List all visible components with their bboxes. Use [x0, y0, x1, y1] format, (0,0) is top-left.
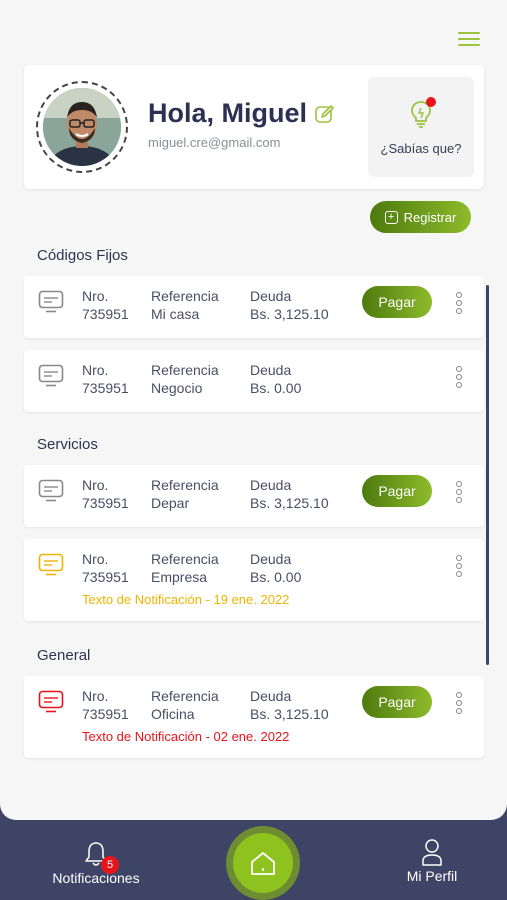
nro-label: Nro. [82, 688, 109, 704]
user-icon [390, 838, 474, 868]
nro-value: 735951 [82, 495, 129, 511]
monitor-icon [38, 290, 64, 319]
nav-profile[interactable]: Mi Perfil [390, 838, 474, 884]
avatar-ring [36, 81, 128, 173]
pay-button[interactable]: Pagar [362, 286, 432, 318]
edit-icon[interactable] [314, 103, 336, 125]
monitor-icon [38, 364, 64, 393]
register-label: Registrar [403, 209, 457, 225]
reference-label: Referencia [151, 288, 219, 304]
notification-text: Texto de Notificación - 02 ene. 2022 [82, 729, 290, 744]
more-options-icon[interactable] [454, 481, 464, 507]
nav-profile-label: Mi Perfil [406, 868, 458, 884]
reference-value: Depar [151, 495, 190, 511]
code-card[interactable]: Nro. 735951 Referencia Empresa Deuda Bs. 0.… [24, 539, 484, 621]
hamburger-menu-icon[interactable] [456, 30, 482, 48]
nro-value: 735951 [82, 380, 129, 396]
code-card[interactable]: Nro. 735951 Referencia Oficina Deuda Bs. 3,… [24, 676, 484, 758]
reference-label: Referencia [151, 551, 219, 567]
debt-label: Deuda [250, 362, 292, 378]
nav-notifications[interactable]: 5 Notificaciones [46, 840, 146, 886]
debt-value: Bs. 3,125.10 [250, 706, 329, 722]
debt-value: Bs. 3,125.10 [250, 306, 329, 322]
reference-label: Referencia [151, 477, 219, 493]
plus-icon: + [384, 210, 398, 224]
more-options-icon[interactable] [454, 366, 464, 392]
home-icon [233, 833, 293, 893]
reference-value: Mi casa [151, 306, 200, 322]
did-you-know-label: ¿Sabías que? [380, 141, 462, 156]
debt-label: Deuda [250, 288, 292, 304]
avatar[interactable] [43, 88, 121, 166]
nro-label: Nro. [82, 362, 109, 378]
notification-count-badge: 5 [101, 856, 119, 874]
did-you-know-button[interactable]: ¿Sabías que? [368, 77, 474, 177]
code-card[interactable]: Nro. 735951 Referencia Negocio Deuda Bs. 0.… [24, 350, 484, 412]
debt-value: Bs. 3,125.10 [250, 495, 329, 511]
reference-value: Oficina [151, 706, 195, 722]
debt-label: Deuda [250, 551, 292, 567]
nro-label: Nro. [82, 477, 109, 493]
greeting-title: Hola, Miguel [148, 98, 308, 128]
monitor-icon [38, 479, 64, 508]
main-screen: Hola, Miguel miguel.cre@gmail.com ¿Sabía… [0, 0, 507, 820]
notification-dot [426, 97, 436, 107]
debt-value: Bs. 0.00 [250, 569, 302, 585]
debt-label: Deuda [250, 688, 292, 704]
pay-button[interactable]: Pagar [362, 475, 432, 507]
debt-label: Deuda [250, 477, 292, 493]
code-card[interactable]: Nro. 735951 Referencia Depar Deuda Bs. 3,12… [24, 465, 484, 527]
section-title-fixed: Códigos Fijos [37, 247, 128, 264]
nro-label: Nro. [82, 551, 109, 567]
monitor-icon [38, 553, 64, 582]
debt-value: Bs. 0.00 [250, 380, 302, 396]
section-title-general: General [37, 647, 91, 664]
reference-value: Empresa [151, 569, 208, 585]
nro-value: 735951 [82, 569, 129, 585]
profile-card: Hola, Miguel miguel.cre@gmail.com ¿Sabía… [24, 65, 484, 189]
reference-label: Referencia [151, 688, 219, 704]
nav-notifications-label: Notificaciones [52, 870, 140, 886]
nro-label: Nro. [82, 288, 109, 304]
bell-icon [46, 840, 146, 870]
more-options-icon[interactable] [454, 292, 464, 318]
more-options-icon[interactable] [454, 692, 464, 718]
pay-button[interactable]: Pagar [362, 686, 432, 718]
home-button[interactable] [226, 826, 300, 900]
reference-label: Referencia [151, 362, 219, 378]
section-title-services: Servicios [37, 436, 98, 453]
notification-text: Texto de Notificación - 19 ene. 2022 [82, 592, 290, 607]
monitor-icon [38, 690, 64, 719]
register-button[interactable]: + Registrar [370, 201, 471, 233]
code-card[interactable]: Nro. 735951 Referencia Mi casa Deuda Bs. 3,… [24, 276, 484, 338]
more-options-icon[interactable] [454, 555, 464, 581]
nro-value: 735951 [82, 306, 129, 322]
nro-value: 735951 [82, 706, 129, 722]
scrollbar[interactable] [486, 285, 489, 665]
user-email: miguel.cre@gmail.com [148, 135, 281, 150]
reference-value: Negocio [151, 380, 203, 396]
